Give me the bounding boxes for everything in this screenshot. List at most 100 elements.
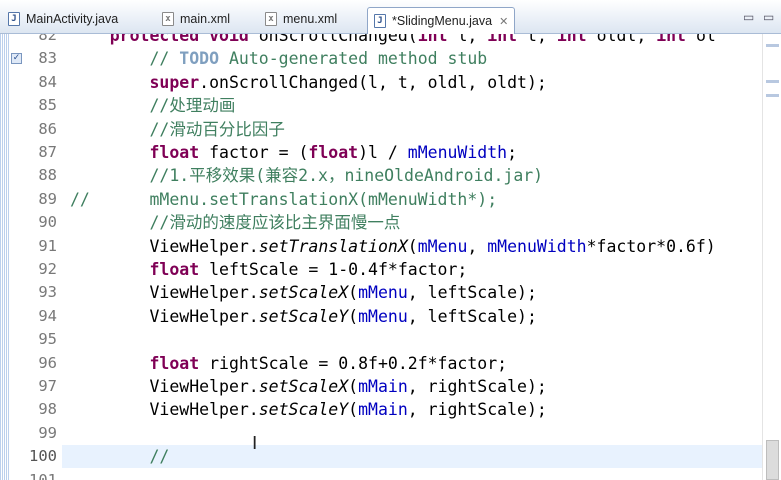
code-token: protected void	[70, 34, 259, 45]
code-token: ol	[695, 34, 716, 45]
code-text: ViewHelper.setScaleY(mMenu, leftScale);	[70, 305, 536, 328]
line-number: 96	[38, 353, 57, 372]
tab-label: MainActivity.java	[26, 12, 119, 26]
code-line[interactable]: 82 protected void onScrollChanged(int l,…	[0, 34, 781, 47]
code-token: mMenuWidth	[487, 236, 587, 256]
code-line[interactable]: 96 float rightScale = 0.8f+0.2f*factor;	[0, 352, 781, 375]
code-token: , rightScale);	[407, 377, 547, 396]
code-line[interactable]: 86 //滑动百分比因子	[0, 118, 781, 141]
line-number: 82	[38, 34, 57, 44]
minimize-icon[interactable]: ▭	[743, 10, 754, 24]
code-token: ,	[467, 236, 488, 256]
code-text: ViewHelper.setScaleX(mMenu, leftScale);	[70, 281, 536, 304]
code-line[interactable]: 83 // TODO Auto-generated method stub	[0, 47, 781, 70]
line-number: 93	[38, 283, 57, 302]
line-number: 99	[38, 423, 57, 442]
text-cursor-icon: I	[252, 433, 258, 454]
line-number: 100	[29, 447, 57, 466]
code-line[interactable]: 84 super.onScrollChanged(l, t, oldl, old…	[0, 71, 781, 94]
code-line[interactable]: 94 ViewHelper.setScaleY(mMenu, leftScale…	[0, 305, 781, 328]
line-number: 88	[38, 166, 57, 185]
code-line[interactable]: 100 //	[0, 445, 781, 468]
code-token: //	[70, 447, 170, 467]
tab-sliding-menu[interactable]: J *SlidingMenu.java ✕	[367, 7, 516, 34]
editor-tab-bar: J MainActivity.java x main.xml x menu.xm…	[0, 0, 781, 34]
code-token: // mMenu.setTranslationX(mMenuWidth*);	[70, 189, 498, 209]
line-number: 98	[38, 400, 57, 419]
code-token: int	[656, 34, 696, 45]
code-token: //滑动的速度应该比主界面慢一点	[70, 213, 401, 233]
line-number: 83	[38, 49, 57, 68]
code-token: leftScale = 1-0.4f*factor;	[209, 260, 468, 279]
maximize-icon[interactable]: ▭	[763, 10, 774, 24]
line-number: 91	[38, 236, 57, 255]
code-text: super.onScrollChanged(l, t, oldl, oldt);	[70, 71, 547, 94]
code-line[interactable]: 91 ViewHelper.setTranslationX(mMenu, mMe…	[0, 235, 781, 258]
vertical-scrollbar[interactable]	[762, 34, 781, 480]
code-token: //1.平移效果(兼容2.x，nineOldeAndroid.jar)	[70, 166, 544, 186]
overview-mark	[766, 44, 779, 47]
code-line[interactable]: 90 //滑动的速度应该比主界面慢一点	[0, 211, 781, 234]
code-token: (	[348, 400, 359, 420]
code-text: // TODO Auto-generated method stub	[70, 47, 487, 70]
code-token: Auto-generated method stub	[219, 49, 488, 69]
code-line[interactable]: 97 ViewHelper.setScaleX(mMain, rightScal…	[0, 375, 781, 398]
code-token: oldl,	[596, 34, 657, 45]
code-line[interactable]: 92 float leftScale = 1-0.4f*factor;	[0, 258, 781, 281]
tab-main-xml[interactable]: x main.xml	[162, 6, 230, 32]
line-number: 92	[38, 260, 57, 278]
code-token: setScaleY	[258, 400, 349, 420]
code-token: ViewHelper.	[70, 377, 259, 396]
code-token: rightScale = 0.8f+0.2f*factor;	[209, 353, 508, 373]
code-token: float	[70, 260, 210, 279]
code-token: mMenu	[358, 306, 408, 326]
line-number: 84	[38, 72, 57, 91]
tab-label: main.xml	[180, 12, 231, 26]
code-token: mMain	[358, 400, 408, 420]
code-line[interactable]: 89 // mMenu.setTranslationX(mMenuWidth*);	[0, 188, 781, 211]
line-number: 85	[38, 96, 57, 115]
code-line[interactable]: 95	[0, 328, 781, 351]
code-token: int	[417, 34, 458, 45]
code-token: setScaleX	[258, 283, 349, 303]
code-line[interactable]: 88 //1.平移效果(兼容2.x，nineOldeAndroid.jar)	[0, 164, 781, 187]
code-line[interactable]: 101	[0, 469, 781, 480]
code-text: ViewHelper.setTranslationX(mMenu, mMenuW…	[70, 235, 716, 258]
code-token: .onScrollChanged(l, t, oldl, oldt);	[199, 72, 547, 92]
code-token: ViewHelper.	[70, 400, 259, 420]
code-token: setScaleY	[258, 306, 349, 326]
scrollbar-thumb[interactable]	[766, 440, 779, 480]
code-token: (	[407, 236, 418, 256]
code-text: ViewHelper.setScaleY(mMain, rightScale);	[70, 398, 547, 421]
code-line[interactable]: 87 float factor = (float)l / mMenuWidth;	[0, 141, 781, 164]
code-line[interactable]: 98 ViewHelper.setScaleY(mMain, rightScal…	[0, 398, 781, 421]
code-token: super	[70, 72, 200, 92]
line-number: 101	[29, 470, 57, 480]
code-text: float leftScale = 1-0.4f*factor;	[70, 258, 467, 281]
code-text: float factor = (float)l / mMenuWidth;	[70, 141, 517, 164]
code-line[interactable]: 93 ViewHelper.setScaleX(mMenu, leftScale…	[0, 281, 781, 304]
tab-main-activity[interactable]: J MainActivity.java	[8, 6, 118, 32]
code-token: int	[487, 34, 528, 45]
line-number: 86	[38, 119, 57, 138]
code-token: float	[308, 143, 359, 162]
code-line[interactable]: 85 //处理动画	[0, 94, 781, 117]
overview-mark	[766, 94, 779, 97]
tab-menu-xml[interactable]: x menu.xml	[265, 6, 337, 32]
code-line[interactable]: 99	[0, 422, 781, 445]
overview-mark	[766, 80, 779, 83]
close-tab-icon[interactable]: ✕	[499, 15, 508, 28]
code-text: //1.平移效果(兼容2.x，nineOldeAndroid.jar)	[70, 164, 543, 187]
code-token: *factor*0.6f)	[586, 236, 716, 256]
line-number: 89	[38, 189, 57, 208]
line-number: 87	[38, 143, 57, 161]
java-file-icon: J	[8, 12, 20, 26]
code-token: mMain	[358, 377, 408, 396]
code-token: (	[348, 377, 359, 396]
code-token: mMenuWidth	[407, 143, 508, 162]
code-editor[interactable]: ✓ 82 protected void onScrollChanged(int …	[0, 34, 781, 480]
code-text: float rightScale = 0.8f+0.2f*factor;	[70, 352, 507, 375]
code-token: , rightScale);	[407, 400, 547, 420]
xml-file-icon: x	[162, 12, 174, 26]
xml-file-icon: x	[265, 12, 277, 26]
